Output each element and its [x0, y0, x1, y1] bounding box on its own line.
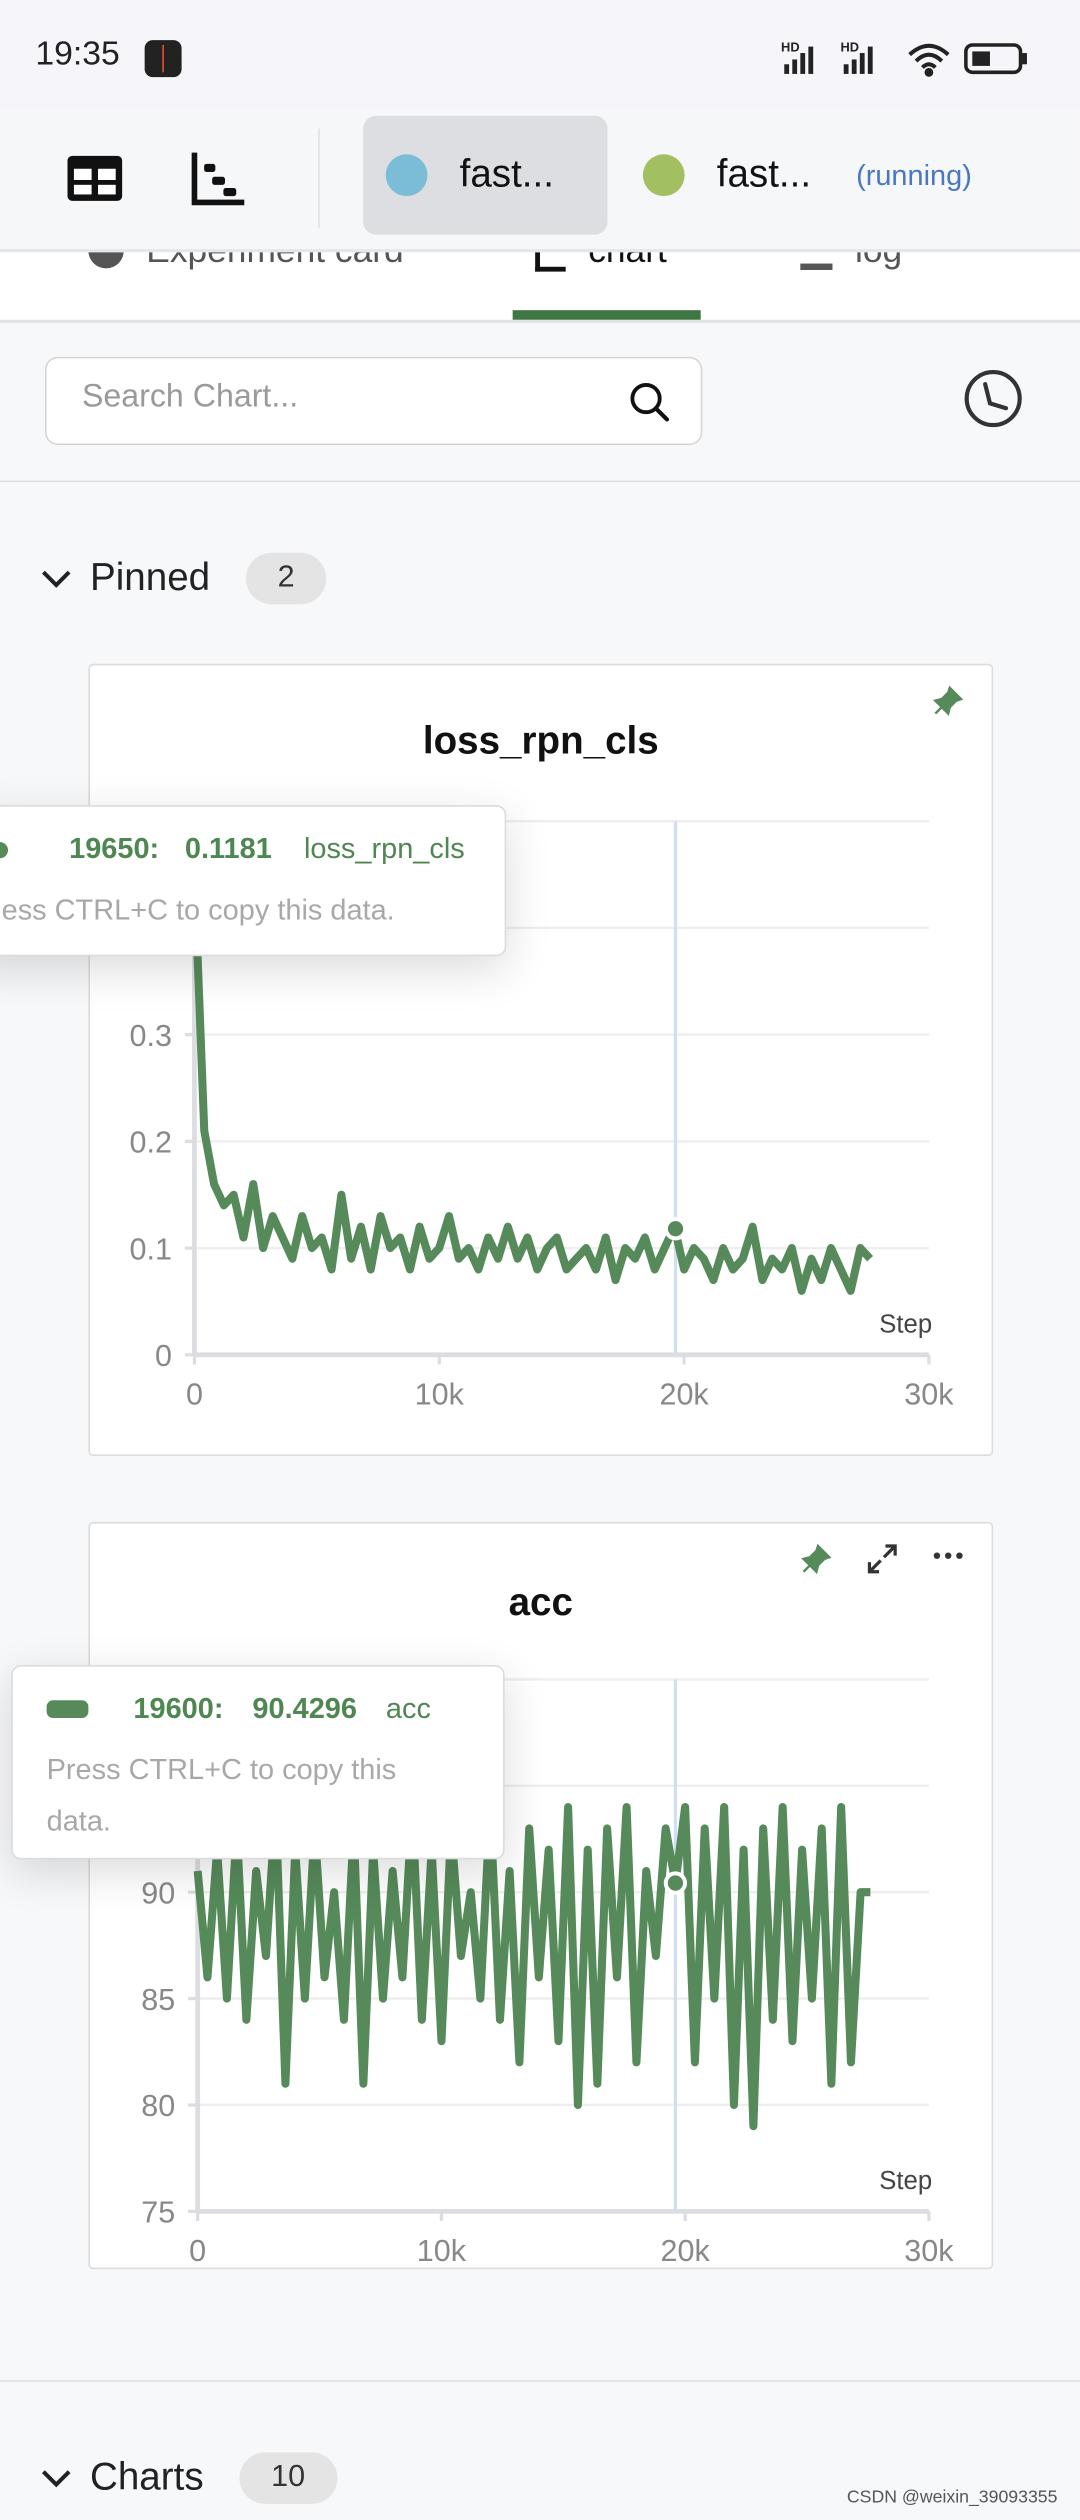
hover-point: [663, 1217, 688, 1241]
chevron-down-icon: [41, 570, 71, 588]
chart-tooltip: 19650: 0.1181 loss_rpn_cls ess CTRL+C to…: [0, 805, 507, 957]
tab-log[interactable]: log: [800, 252, 902, 271]
group-pinned-header[interactable]: Pinned 2: [39, 552, 327, 605]
hd-signal-icon: HD: [841, 39, 873, 74]
status-bar: 19:35 HD HD: [0, 0, 1080, 110]
tab-label: Experiment card: [146, 252, 403, 271]
group-charts-header[interactable]: Charts 10: [39, 2452, 338, 2504]
group-label: Charts: [89, 2455, 204, 2500]
divider: [0, 2380, 1080, 2382]
tooltip-hint: ess CTRL+C to copy this data.: [1, 893, 395, 926]
tooltip-step: 19650:: [69, 832, 160, 865]
svg-text:HD: HD: [841, 39, 860, 54]
status-time: 19:35: [35, 35, 120, 73]
status-icons: HD HD: [781, 39, 1027, 77]
chart-view-icon[interactable]: [190, 149, 248, 207]
x-tick-label: 0: [189, 2234, 206, 2266]
tooltip-series: loss_rpn_cls: [303, 832, 465, 865]
x-axis-label: Step: [879, 1310, 932, 1338]
y-tick-label: 80: [141, 2089, 175, 2123]
divider: [0, 480, 1080, 483]
y-tick-label: 0.3: [130, 1019, 172, 1053]
list-icon: [800, 252, 833, 270]
x-tick-label: 30k: [904, 2234, 954, 2266]
experiment-chip-2[interactable]: fast... (running): [620, 116, 1070, 235]
x-tick-label: 20k: [659, 1378, 709, 1412]
tooltip-hint: Press CTRL+C to copy this data.: [46, 1753, 397, 1837]
x-tick-label: 0: [186, 1378, 203, 1412]
y-tick-label: 0.2: [130, 1126, 172, 1160]
experiment-name: fast...: [459, 152, 554, 197]
tab-label: chart: [588, 252, 667, 271]
x-tick-label: 30k: [904, 1378, 954, 1412]
chevron-down-icon: [41, 2470, 71, 2488]
search-icon[interactable]: [628, 381, 670, 423]
recorder-app-icon: [144, 40, 182, 78]
active-tab-indicator: [512, 310, 701, 320]
experiment-toolbar: fast... fast... (running): [0, 109, 1080, 253]
series-legend-swatch: [0, 841, 9, 858]
y-tick-label: 0: [155, 1339, 172, 1373]
x-tick-label: 10k: [417, 2234, 467, 2266]
tooltip-value: 0.1181: [184, 832, 272, 865]
series-legend-swatch: [46, 1700, 89, 1718]
chart-icon: [535, 252, 566, 271]
watermark: CSDN @weixin_39093355: [846, 2487, 1058, 2508]
search-chart-box: [44, 356, 703, 446]
y-tick-label: 90: [141, 1876, 175, 1910]
x-tick-label: 20k: [661, 2234, 711, 2266]
chart-plot-acc[interactable]: 75 80 85 90 0 10k 20k 30k Step: [88, 1522, 990, 2266]
chart-tooltip: 19600: 90.4296 acc Press CTRL+C to copy …: [11, 1664, 505, 1860]
history-clock-icon[interactable]: [963, 368, 1024, 429]
search-input[interactable]: [78, 377, 600, 418]
info-icon: [88, 252, 124, 269]
tooltip-series: acc: [385, 1692, 431, 1725]
experiment-color-dot: [642, 154, 685, 197]
group-count-badge: 2: [245, 552, 327, 605]
group-label: Pinned: [89, 556, 211, 600]
table-view-icon[interactable]: [66, 149, 124, 207]
tab-label: log: [855, 252, 902, 271]
experiment-name: fast...: [716, 152, 812, 197]
x-axis-label: Step: [879, 2167, 932, 2195]
experiment-color-dot: [385, 154, 428, 197]
tab-experiment-card[interactable]: Experiment card: [88, 252, 404, 271]
running-status: (running): [856, 158, 972, 191]
tooltip-value: 90.4296: [252, 1692, 358, 1725]
x-tick-label: 10k: [415, 1378, 465, 1412]
toolbar-divider: [318, 128, 320, 229]
chart-plot-loss-rpn-cls[interactable]: 0 0.1 0.2 0.3 0 10k 20k 30k Step: [88, 664, 990, 1453]
battery-icon: [964, 43, 1027, 75]
experiment-chip-1[interactable]: fast...: [363, 115, 608, 235]
hd-signal-icon: HD: [781, 39, 814, 74]
y-tick-label: 75: [141, 2196, 175, 2230]
tab-chart[interactable]: chart: [535, 252, 667, 271]
tooltip-step: 19600:: [133, 1692, 224, 1725]
tab-bar: Experiment card chart log: [0, 252, 1080, 324]
hover-point: [663, 1871, 688, 1895]
group-count-badge: 10: [238, 2452, 338, 2504]
y-tick-label: 85: [141, 1983, 175, 2017]
wifi-icon: [908, 43, 950, 77]
svg-text:HD: HD: [781, 39, 800, 54]
y-tick-label: 0.1: [130, 1232, 172, 1266]
